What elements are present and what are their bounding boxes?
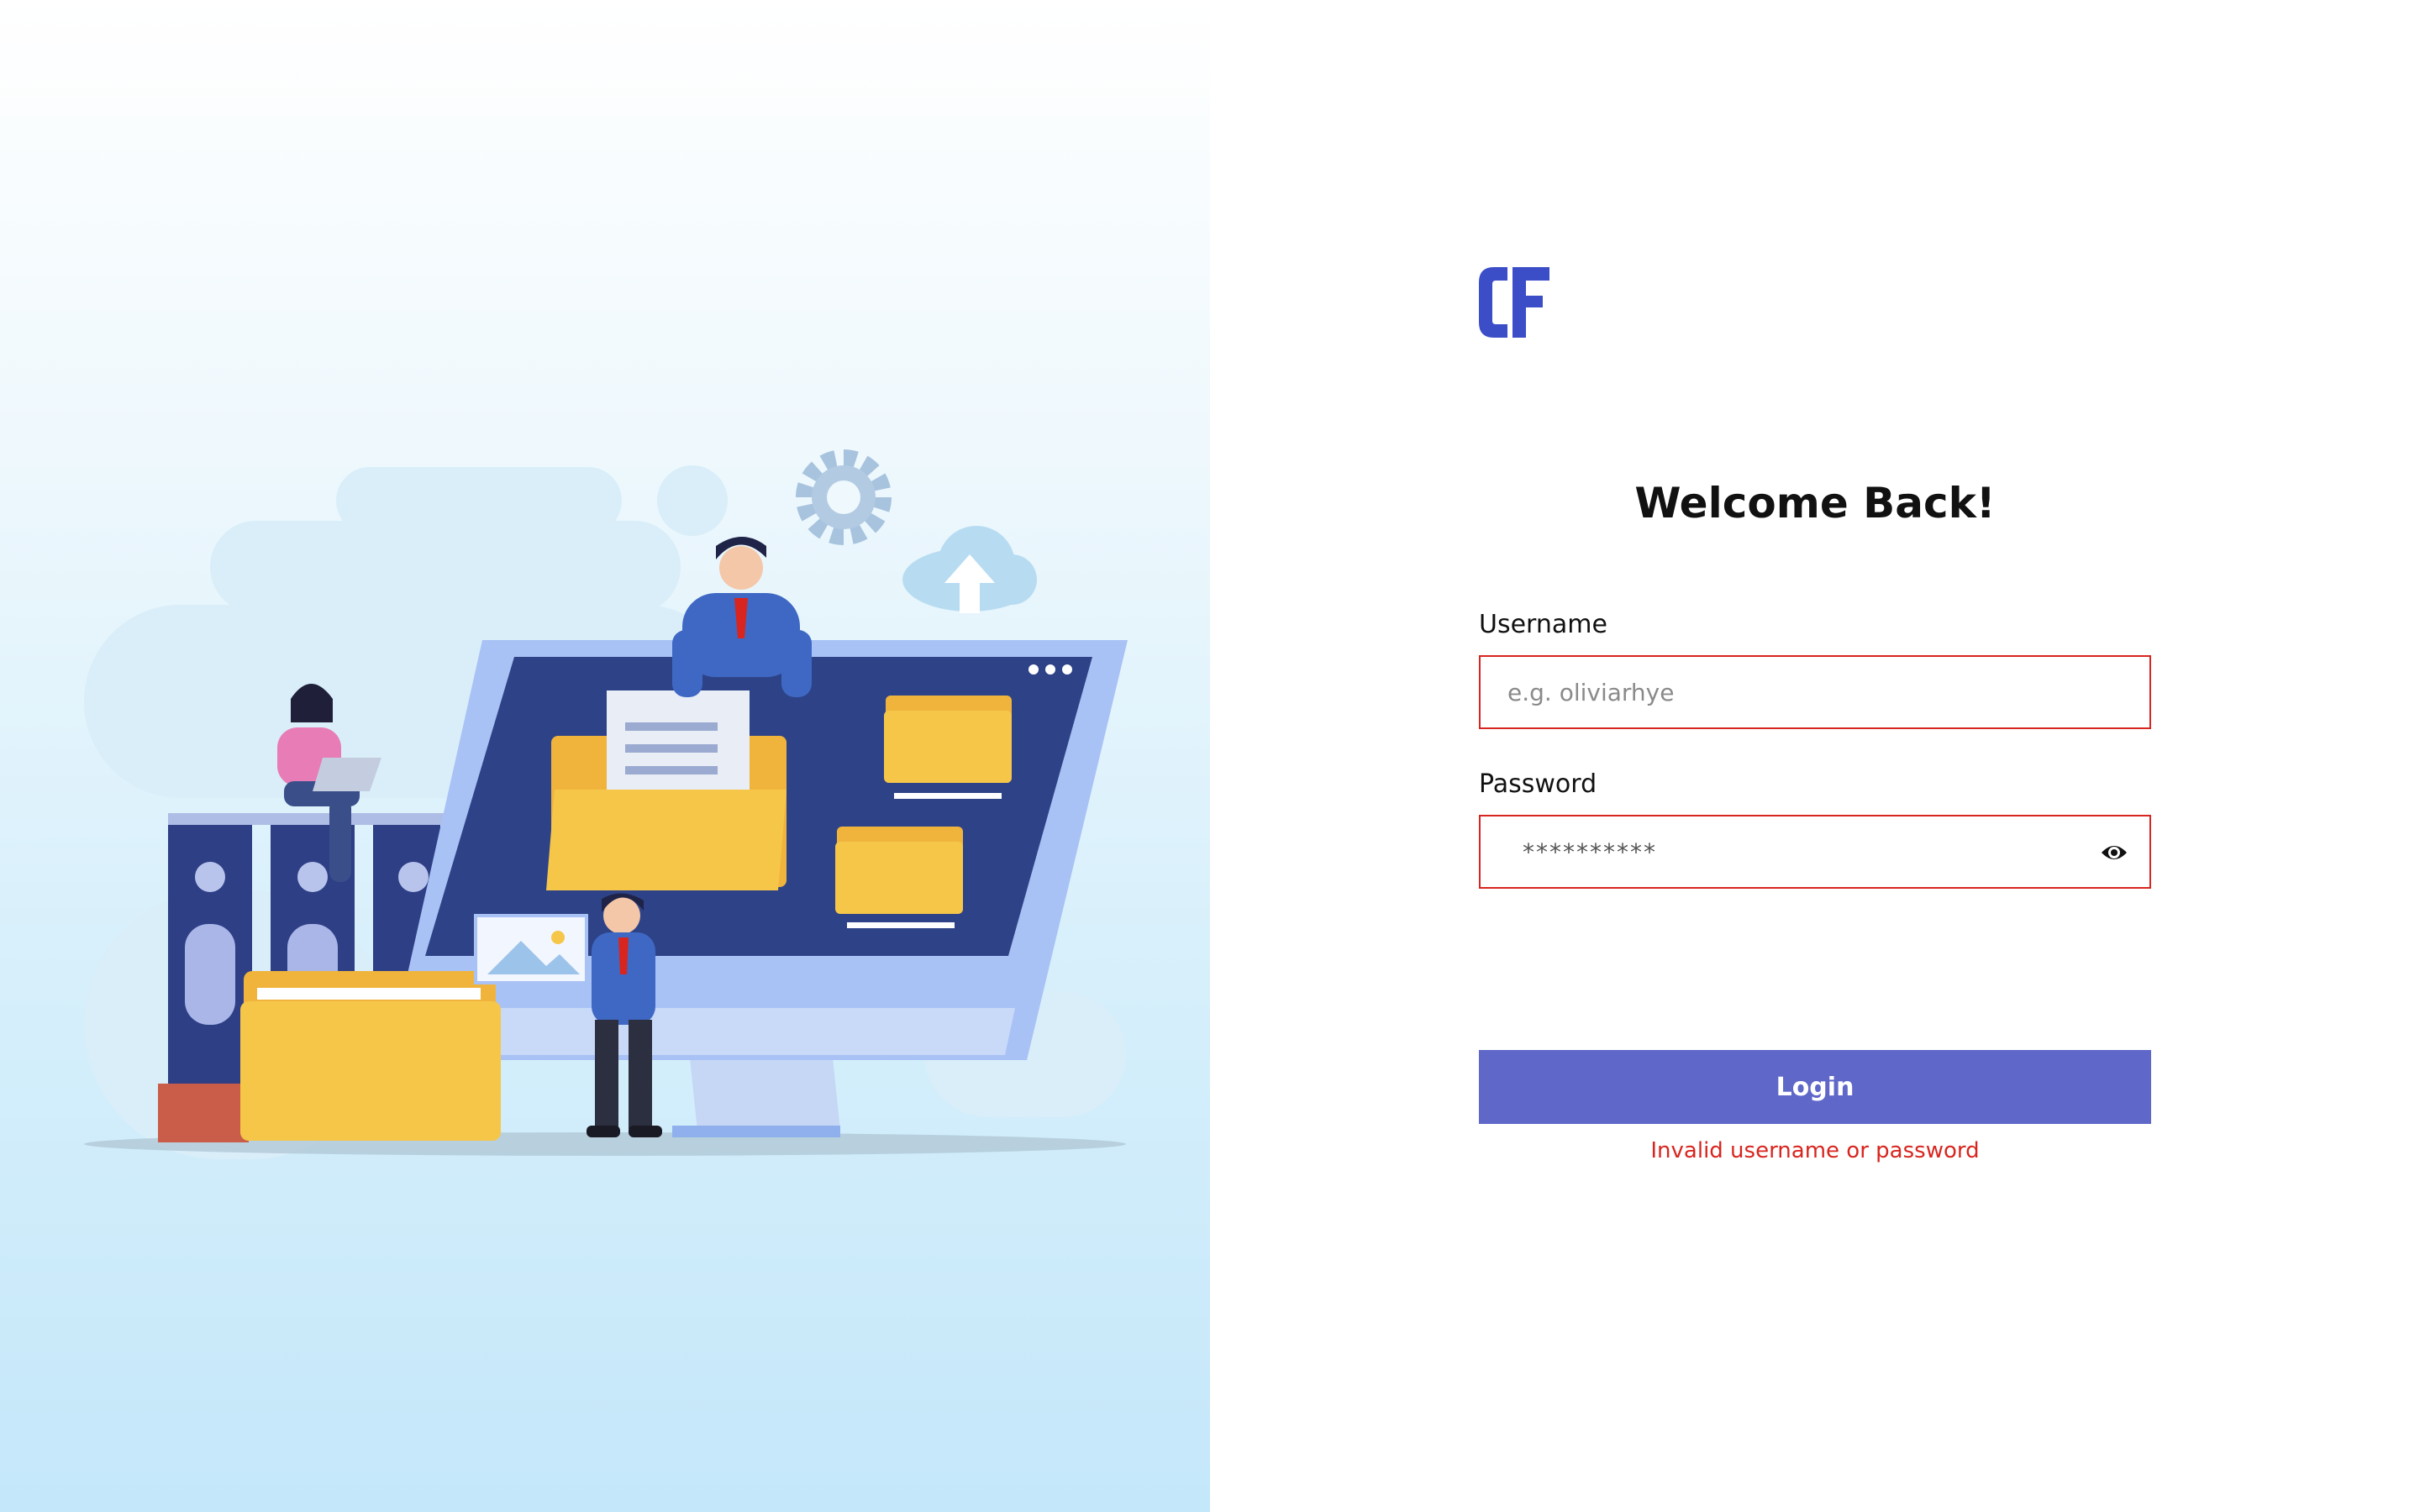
eye-icon[interactable]	[2101, 842, 2128, 864]
login-panel	[1210, 0, 2420, 1512]
error-message: Invalid username or password	[1650, 1138, 1980, 1163]
cf-logo	[1479, 267, 1549, 338]
image-card	[474, 914, 588, 984]
illustration-panel	[0, 0, 1210, 1512]
password-label: Password	[1479, 769, 1597, 799]
username-input[interactable]	[1481, 657, 2149, 727]
cloud-upload-icon	[902, 526, 1037, 613]
login-button[interactable]: Login	[1479, 1050, 2151, 1124]
monitor-stand	[689, 1050, 840, 1131]
username-label: Username	[1479, 610, 1607, 639]
page-title: Welcome Back!	[1634, 479, 1996, 528]
folder-front	[240, 971, 501, 1141]
gear-icon	[796, 449, 892, 545]
box	[158, 1084, 249, 1142]
password-field-box	[1479, 815, 2151, 889]
username-field-box	[1479, 655, 2151, 729]
password-input[interactable]	[1481, 816, 2149, 887]
folder-small-2	[835, 827, 963, 928]
file-management-illustration	[84, 449, 1128, 1159]
man-at-monitor	[672, 537, 812, 697]
